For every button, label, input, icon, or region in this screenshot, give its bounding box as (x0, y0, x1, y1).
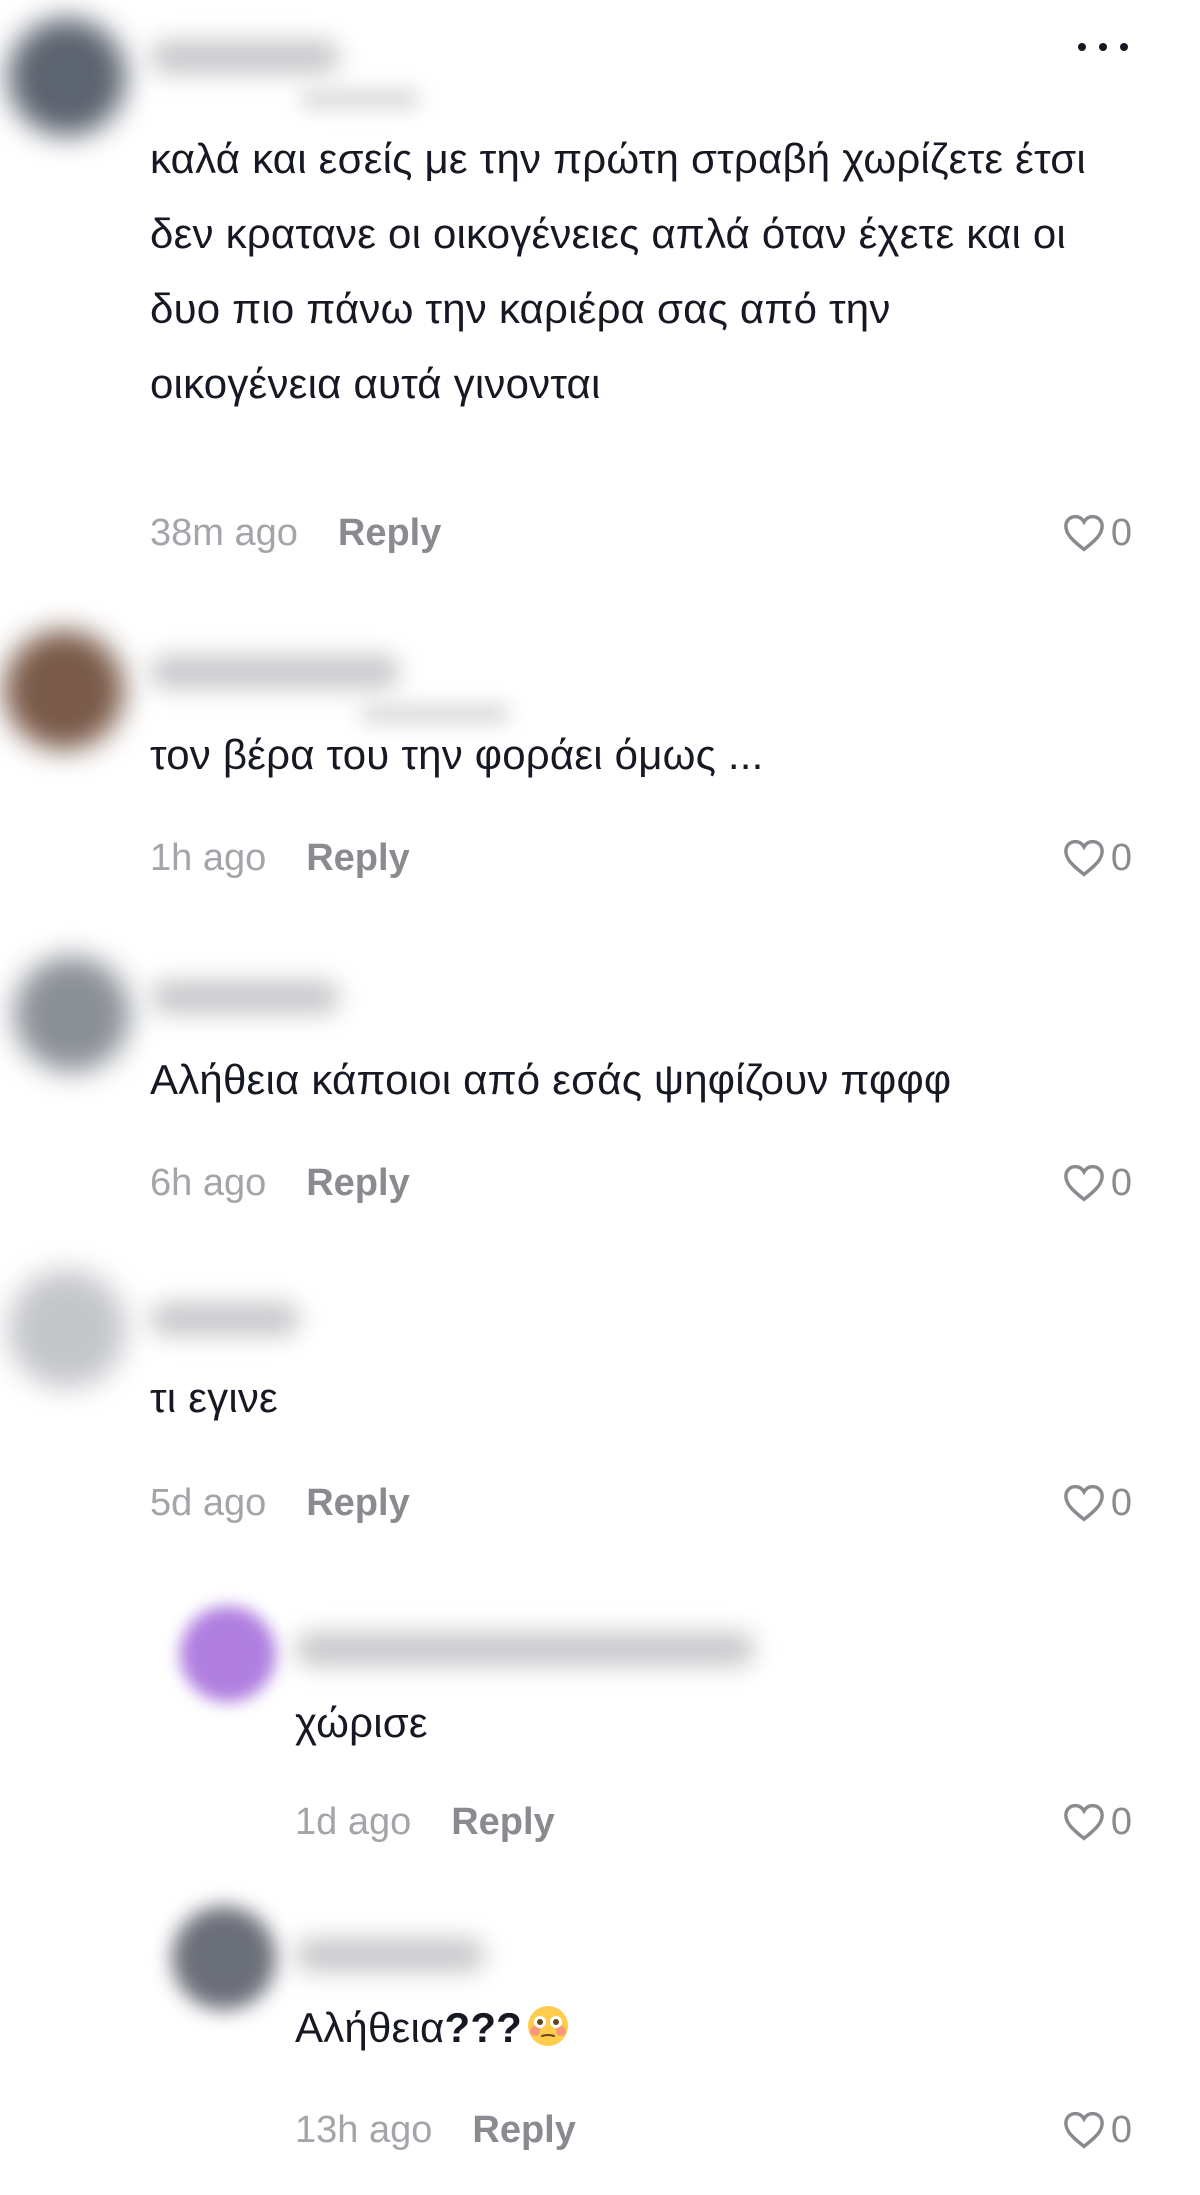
reply-meta: 13h ago Reply (295, 2105, 576, 2155)
comment-item: τι εγινε 5d ago Reply 0 (0, 1250, 1200, 1570)
username[interactable] (295, 1938, 485, 1972)
like-count: 0 (1110, 1800, 1132, 1843)
comment-meta: 38m ago Reply (150, 508, 441, 558)
heart-icon (1063, 839, 1104, 877)
comment-item: καλά και εσείς με την πρώτη στραβή χωρίζ… (0, 0, 1200, 600)
avatar[interactable] (14, 956, 130, 1072)
username[interactable] (150, 40, 340, 74)
avatar[interactable] (172, 1906, 276, 2010)
heart-icon (1063, 1803, 1104, 1841)
username-sub (300, 90, 420, 108)
username[interactable] (150, 655, 400, 689)
comment-meta: 5d ago Reply (150, 1478, 410, 1528)
comment-text: καλά και εσείς με την πρώτη στραβή χωρίζ… (150, 135, 1086, 407)
reply-item: χώρισε 1d ago Reply 0 (0, 1570, 1200, 1880)
comment-text: τον βέρα του την φοράει όμως ... (150, 731, 764, 778)
like-count: 0 (1110, 511, 1132, 554)
username[interactable] (150, 980, 340, 1014)
like-button[interactable]: 0 (1063, 1158, 1132, 1208)
username[interactable] (295, 1632, 755, 1666)
comment-time: 38m ago (150, 511, 298, 554)
like-count: 0 (1110, 1161, 1132, 1204)
reply-button[interactable]: Reply (306, 1162, 409, 1205)
reply-button[interactable]: Reply (306, 1482, 409, 1525)
heart-icon (1063, 1484, 1104, 1522)
reply-button[interactable]: Reply (472, 2109, 575, 2152)
reply-meta: 1d ago Reply (295, 1797, 555, 1847)
reply-button[interactable]: Reply (306, 837, 409, 880)
comment-item: Αλήθεια κάποιοι από εσάς ψηφίζουν πφφφ 6… (0, 930, 1200, 1250)
reply-text: Αλήθεια??? (295, 1990, 1155, 2065)
avatar[interactable] (8, 1270, 126, 1388)
avatar[interactable] (4, 630, 124, 750)
reply-text: χώρισε (295, 1699, 428, 1746)
comment-meta: 6h ago Reply (150, 1158, 410, 1208)
reply-text-main: Αλήθεια (295, 2004, 445, 2051)
reply-item: Αλήθεια??? 13h ago Reply 0 (0, 1880, 1200, 2195)
like-button[interactable]: 0 (1063, 1797, 1132, 1847)
comment-text: τι εγινε (150, 1374, 278, 1421)
like-button[interactable]: 0 (1063, 2105, 1132, 2155)
like-count: 0 (1110, 2108, 1132, 2151)
reply-time: 13h ago (295, 2108, 433, 2151)
comment-time: 5d ago (150, 1481, 267, 1524)
username[interactable] (150, 1302, 300, 1336)
reply-text-emphasis: ??? (444, 2004, 523, 2051)
like-button[interactable]: 0 (1063, 508, 1132, 558)
heart-icon (1063, 1164, 1104, 1202)
comment-time: 6h ago (150, 1161, 267, 1204)
comment-time: 1h ago (150, 836, 267, 879)
comment-text: Αλήθεια κάποιοι από εσάς ψηφίζουν πφφφ (150, 1056, 952, 1103)
heart-icon (1063, 514, 1104, 552)
reply-button[interactable]: Reply (338, 512, 441, 555)
like-count: 0 (1110, 1481, 1132, 1524)
like-button[interactable]: 0 (1063, 833, 1132, 883)
comment-meta: 1h ago Reply (150, 833, 410, 883)
comment-item: τον βέρα του την φοράει όμως ... 1h ago … (0, 600, 1200, 930)
flushed-face-icon (528, 2006, 569, 2046)
like-count: 0 (1110, 836, 1132, 879)
reply-button[interactable]: Reply (451, 1801, 554, 1844)
like-button[interactable]: 0 (1063, 1478, 1132, 1528)
avatar[interactable] (8, 18, 126, 136)
heart-icon (1063, 2111, 1104, 2149)
reply-time: 1d ago (295, 1800, 412, 1843)
avatar[interactable] (180, 1606, 276, 1702)
